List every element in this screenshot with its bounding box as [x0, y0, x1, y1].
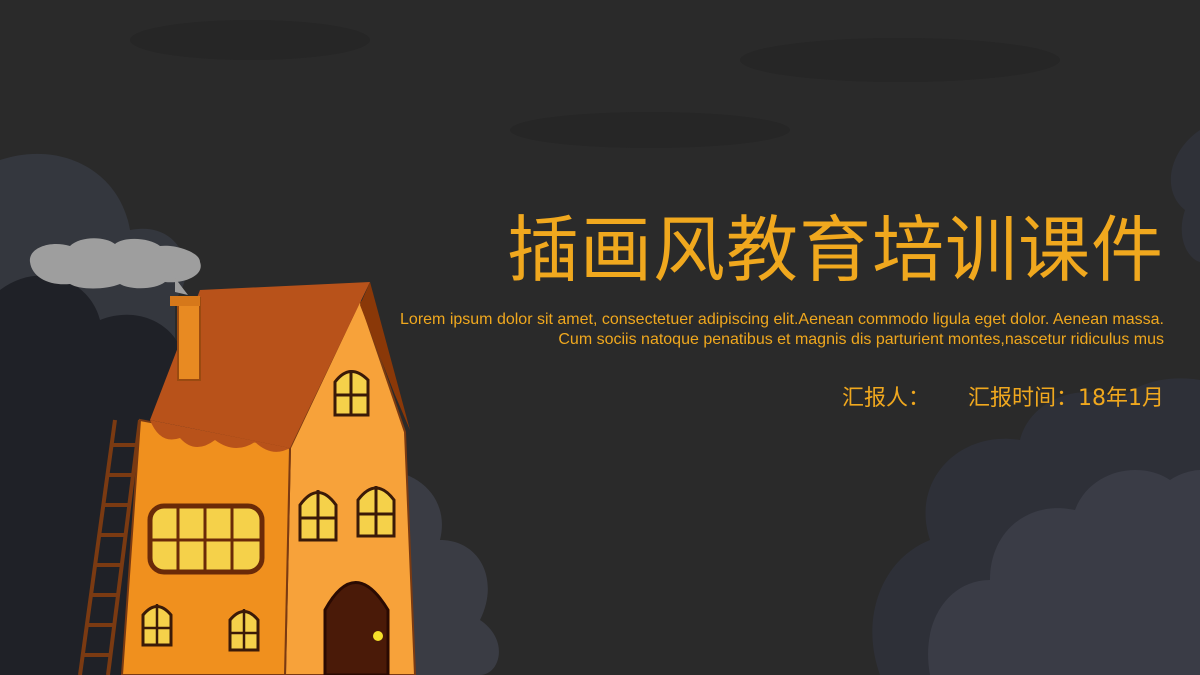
front-window-right: [356, 486, 396, 538]
side-window-small-right: [228, 609, 260, 652]
side-window-large: [147, 503, 265, 575]
report-date: 汇报时间：18年1月: [968, 386, 1164, 411]
background-texture: [130, 20, 1060, 148]
front-window-left: [298, 490, 338, 542]
house-door: [323, 581, 390, 675]
attic-window: [333, 370, 370, 417]
right-top-cloud: [1170, 130, 1200, 262]
reporter-label: 汇报人：: [841, 386, 930, 411]
slide-description: Lorem ipsum dolor sit amet, consectetuer…: [400, 311, 1164, 348]
slide-title: 插画风教育培训课件: [506, 208, 1164, 292]
title-slide: 插画风教育培训课件 Lorem ipsum dolor sit amet, co…: [0, 0, 1200, 675]
side-window-small-left: [141, 604, 173, 647]
door-knob: [373, 631, 383, 641]
reporter-info: 汇报人： 汇报时间：18年1月: [842, 384, 1164, 414]
